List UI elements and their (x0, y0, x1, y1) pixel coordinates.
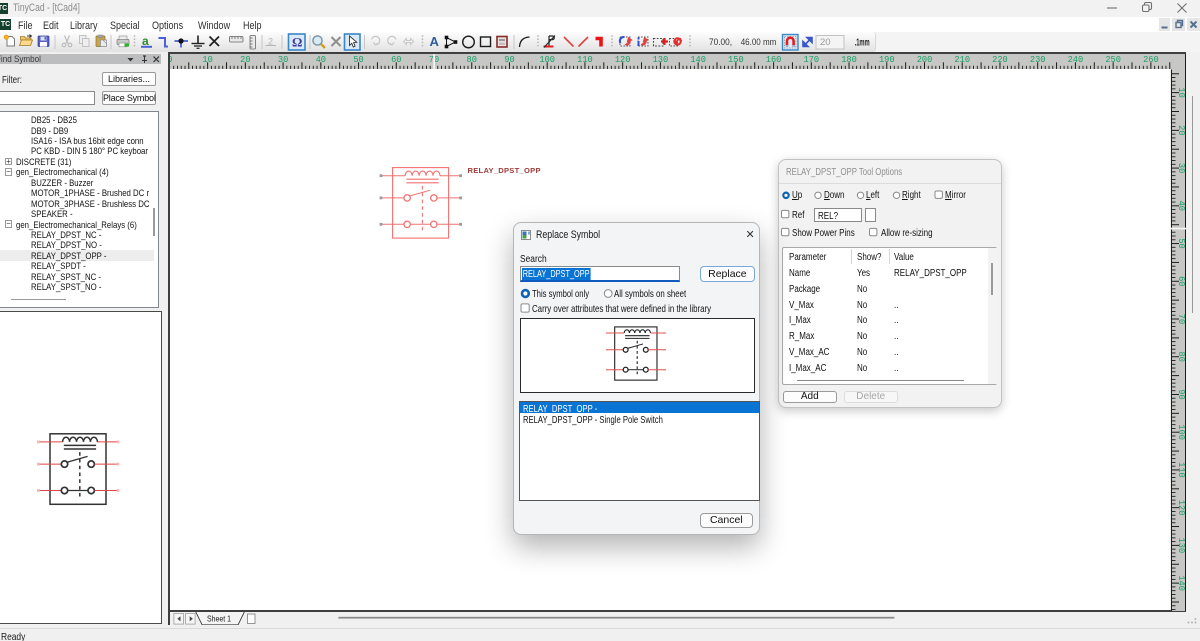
svg-text:.1mm: .1mm (855, 38, 870, 49)
svg-text:120: 120 (1175, 499, 1185, 515)
svg-text:160: 160 (765, 55, 781, 65)
svg-text:Ω: Ω (292, 35, 302, 50)
svg-text:240: 240 (1067, 55, 1083, 65)
svg-text:30: 30 (277, 55, 287, 65)
svg-text:110: 110 (1175, 462, 1185, 478)
svg-text:80: 80 (1175, 351, 1185, 361)
svg-text:60: 60 (391, 55, 401, 65)
svg-text:10: 10 (1175, 87, 1185, 97)
svg-text:20: 20 (240, 55, 250, 65)
svg-text:110: 110 (577, 55, 593, 65)
svg-text:150: 150 (728, 55, 744, 65)
svg-text:0: 0 (170, 55, 173, 65)
svg-text:180: 180 (841, 55, 857, 65)
svg-text:Sheet 1: Sheet 1 (207, 613, 231, 623)
svg-text:140: 140 (1175, 575, 1185, 591)
svg-text:130: 130 (1175, 537, 1185, 553)
svg-text:40: 40 (1175, 200, 1185, 210)
svg-text:140: 140 (690, 55, 706, 65)
svg-text:70: 70 (1175, 313, 1185, 323)
svg-text:170: 170 (803, 55, 819, 65)
svg-text:60: 60 (1175, 276, 1185, 286)
svg-text:190: 190 (879, 55, 895, 65)
svg-text:40: 40 (315, 55, 325, 65)
svg-text:50: 50 (1175, 238, 1185, 248)
svg-text:30: 30 (1175, 162, 1185, 172)
svg-text:200: 200 (916, 55, 932, 65)
svg-text:100: 100 (1175, 424, 1185, 440)
svg-text:A: A (430, 34, 440, 49)
svg-text:210: 210 (954, 55, 970, 65)
svg-text:20: 20 (820, 37, 831, 48)
svg-text:100: 100 (539, 55, 555, 65)
svg-text:130: 130 (652, 55, 668, 65)
svg-text:10: 10 (202, 55, 212, 65)
svg-text:70.00,: 70.00, (709, 37, 732, 48)
svg-text:46.00 mm: 46.00 mm (741, 37, 777, 48)
svg-text:90: 90 (1175, 389, 1185, 399)
svg-text:120: 120 (614, 55, 630, 65)
svg-text:20: 20 (1175, 125, 1185, 135)
svg-text:230: 230 (1029, 55, 1045, 65)
svg-text:80: 80 (466, 55, 476, 65)
svg-text:260: 260 (1143, 55, 1159, 65)
svg-text:90: 90 (504, 55, 514, 65)
svg-text:220: 220 (992, 55, 1008, 65)
svg-text:250: 250 (1105, 55, 1121, 65)
svg-text:50: 50 (353, 55, 363, 65)
